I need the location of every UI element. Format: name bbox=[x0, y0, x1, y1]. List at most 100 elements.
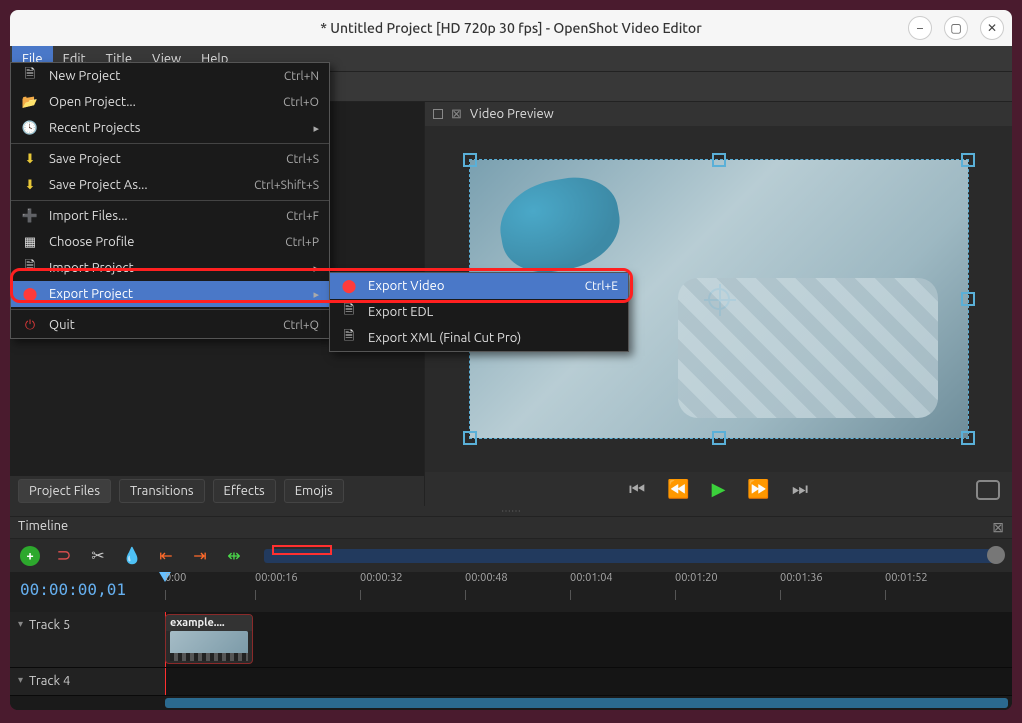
tab-project-files[interactable]: Project Files bbox=[18, 479, 111, 503]
menu-save-project-as[interactable]: ⬇ Save Project As... Ctrl+Shift+S bbox=[11, 172, 329, 198]
resize-handle-br[interactable] bbox=[961, 431, 975, 445]
resize-handle-tc[interactable] bbox=[712, 153, 726, 167]
ruler-tick: 00:01:04 bbox=[570, 572, 613, 584]
minimize-button[interactable]: – bbox=[908, 16, 932, 40]
menu-export-project[interactable]: ⬤ Export Project ▸ bbox=[11, 281, 329, 307]
preview-header: ⊠ Video Preview bbox=[425, 102, 1012, 126]
timeline-clip[interactable]: example.... bbox=[165, 614, 253, 664]
ruler-tick: 00:00:48 bbox=[465, 572, 508, 584]
timeline-hscrollbar[interactable] bbox=[10, 696, 1012, 710]
menu-export-video[interactable]: ⬤ Export Video Ctrl+E bbox=[330, 273, 628, 299]
prev-marker-button[interactable]: ⇤ bbox=[156, 546, 176, 566]
track-label: Track 5 bbox=[29, 618, 70, 632]
tab-effects[interactable]: Effects bbox=[213, 479, 276, 503]
film-sprockets-icon bbox=[170, 653, 248, 661]
resize-handle-tl[interactable] bbox=[463, 153, 477, 167]
timeline-ruler[interactable]: 00:00:00,01 0:00 00:00:16 00:00:32 00:00… bbox=[10, 572, 1012, 612]
menu-separator bbox=[11, 309, 329, 310]
plus-circle-icon: ➕ bbox=[21, 209, 39, 224]
snapshot-icon[interactable] bbox=[976, 480, 1000, 500]
resize-handle-bl[interactable] bbox=[463, 431, 477, 445]
track-row-4: ▾ Track 4 bbox=[10, 668, 1012, 696]
save-as-icon: ⬇ bbox=[21, 178, 39, 193]
menu-export-edl[interactable]: 🗎 Export EDL bbox=[330, 299, 628, 325]
close-button[interactable]: ✕ bbox=[980, 16, 1004, 40]
tab-transitions[interactable]: Transitions bbox=[119, 479, 205, 503]
menu-open-project[interactable]: 📂 Open Project... Ctrl+O bbox=[11, 89, 329, 115]
detach-icon[interactable] bbox=[433, 109, 443, 119]
center-playhead-button[interactable]: ⇹ bbox=[224, 546, 244, 566]
timeline-tracks: ▾ Track 5 example.... ▾ Track 4 bbox=[10, 612, 1012, 710]
zoom-region[interactable] bbox=[272, 545, 332, 555]
track-header-5[interactable]: ▾ Track 5 bbox=[10, 612, 165, 667]
ruler-ticks: 0:00 00:00:16 00:00:32 00:00:48 00:01:04… bbox=[165, 572, 1012, 612]
add-track-button[interactable]: + bbox=[20, 546, 40, 566]
ruler-tick: 0:00 bbox=[165, 572, 186, 584]
track-body-5[interactable]: example.... bbox=[165, 612, 1012, 667]
menu-quit[interactable]: ⏻ Quit Ctrl+Q bbox=[11, 312, 329, 338]
track-header-4[interactable]: ▾ Track 4 bbox=[10, 668, 165, 695]
tab-emojis[interactable]: Emojis bbox=[284, 479, 344, 503]
marker-button[interactable]: 💧 bbox=[122, 546, 142, 566]
resize-handle-tr[interactable] bbox=[961, 153, 975, 167]
maximize-button[interactable]: ▢ bbox=[944, 16, 968, 40]
menu-import-project[interactable]: 🗎 Import Project ▸ bbox=[11, 255, 329, 281]
document-icon: 🗎 bbox=[21, 65, 39, 87]
menu-recent-projects[interactable]: 🕓 Recent Projects ▸ bbox=[11, 115, 329, 141]
zoom-scrubber[interactable] bbox=[264, 549, 1002, 563]
rewind-button[interactable]: ⏪ bbox=[667, 479, 689, 500]
play-button[interactable]: ▶ bbox=[712, 479, 726, 500]
ruler-tick: 00:01:20 bbox=[675, 572, 718, 584]
window-controls: – ▢ ✕ bbox=[908, 16, 1004, 40]
timeline-toolbar: + ⊃ ✂ 💧 ⇤ ⇥ ⇹ bbox=[10, 538, 1012, 572]
clock-icon: 🕓 bbox=[21, 121, 39, 136]
resize-handle-rc[interactable] bbox=[961, 292, 975, 306]
forward-button[interactable]: ⏩ bbox=[747, 479, 769, 500]
file-menu-dropdown: 🗎 New Project Ctrl+N 📂 Open Project... C… bbox=[10, 62, 330, 339]
submenu-arrow-icon: ▸ bbox=[313, 262, 319, 275]
window-title: * Untitled Project [HD 720p 30 fps] - Op… bbox=[320, 20, 701, 36]
menu-export-xml[interactable]: 🗎 Export XML (Final Cut Pro) bbox=[330, 325, 628, 351]
razor-button[interactable]: ✂ bbox=[88, 546, 108, 566]
playhead-line[interactable] bbox=[165, 668, 166, 695]
timeline-title: Timeline bbox=[18, 519, 68, 533]
menu-save-project[interactable]: ⬇ Save Project Ctrl+S bbox=[11, 146, 329, 172]
scrollbar-thumb[interactable] bbox=[165, 698, 1008, 708]
jump-end-button[interactable]: ⏭ bbox=[792, 479, 808, 500]
timecode-display: 00:00:00,01 bbox=[10, 572, 165, 612]
chevron-down-icon: ▾ bbox=[18, 674, 23, 686]
ruler-tick: 00:01:52 bbox=[885, 572, 928, 584]
playback-controls: ⏮ ⏪ ▶ ⏩ ⏭ bbox=[425, 472, 1012, 506]
titlebar: * Untitled Project [HD 720p 30 fps] - Op… bbox=[10, 10, 1012, 46]
record-icon: ⬤ bbox=[340, 279, 358, 294]
record-icon: ⬤ bbox=[21, 287, 39, 302]
menu-separator bbox=[11, 200, 329, 201]
profile-icon: ▦ bbox=[21, 235, 39, 250]
track-body-4[interactable] bbox=[165, 668, 1012, 695]
save-icon: ⬇ bbox=[21, 152, 39, 167]
preview-title: Video Preview bbox=[470, 107, 554, 121]
menu-choose-profile[interactable]: ▦ Choose Profile Ctrl+P bbox=[11, 229, 329, 255]
power-icon: ⏻ bbox=[21, 318, 39, 333]
track-row-5: ▾ Track 5 example.... bbox=[10, 612, 1012, 668]
preview-close-icon[interactable]: ⊠ bbox=[451, 107, 462, 122]
app-window: * Untitled Project [HD 720p 30 fps] - Op… bbox=[10, 10, 1012, 710]
zoom-handle[interactable] bbox=[987, 546, 1005, 564]
jump-start-button[interactable]: ⏮ bbox=[629, 479, 645, 500]
snap-button[interactable]: ⊃ bbox=[54, 546, 74, 566]
submenu-arrow-icon: ▸ bbox=[313, 122, 319, 135]
menu-separator bbox=[11, 143, 329, 144]
splitter[interactable]: ⋯⋯ bbox=[10, 506, 1012, 516]
next-marker-button[interactable]: ⇥ bbox=[190, 546, 210, 566]
submenu-arrow-icon: ▸ bbox=[313, 288, 319, 301]
clip-label: example.... bbox=[166, 615, 252, 631]
timeline-close-icon[interactable]: ⊠ bbox=[992, 519, 1004, 536]
resize-handle-bc[interactable] bbox=[712, 431, 726, 445]
ruler-tick: 00:00:32 bbox=[360, 572, 403, 584]
menu-import-files[interactable]: ➕ Import Files... Ctrl+F bbox=[11, 203, 329, 229]
import-icon: 🗎 bbox=[21, 257, 39, 279]
track-label: Track 4 bbox=[29, 674, 70, 688]
timeline-header: Timeline ⊠ bbox=[10, 516, 1012, 538]
document-icon: 🗎 bbox=[340, 301, 358, 323]
menu-new-project[interactable]: 🗎 New Project Ctrl+N bbox=[11, 63, 329, 89]
